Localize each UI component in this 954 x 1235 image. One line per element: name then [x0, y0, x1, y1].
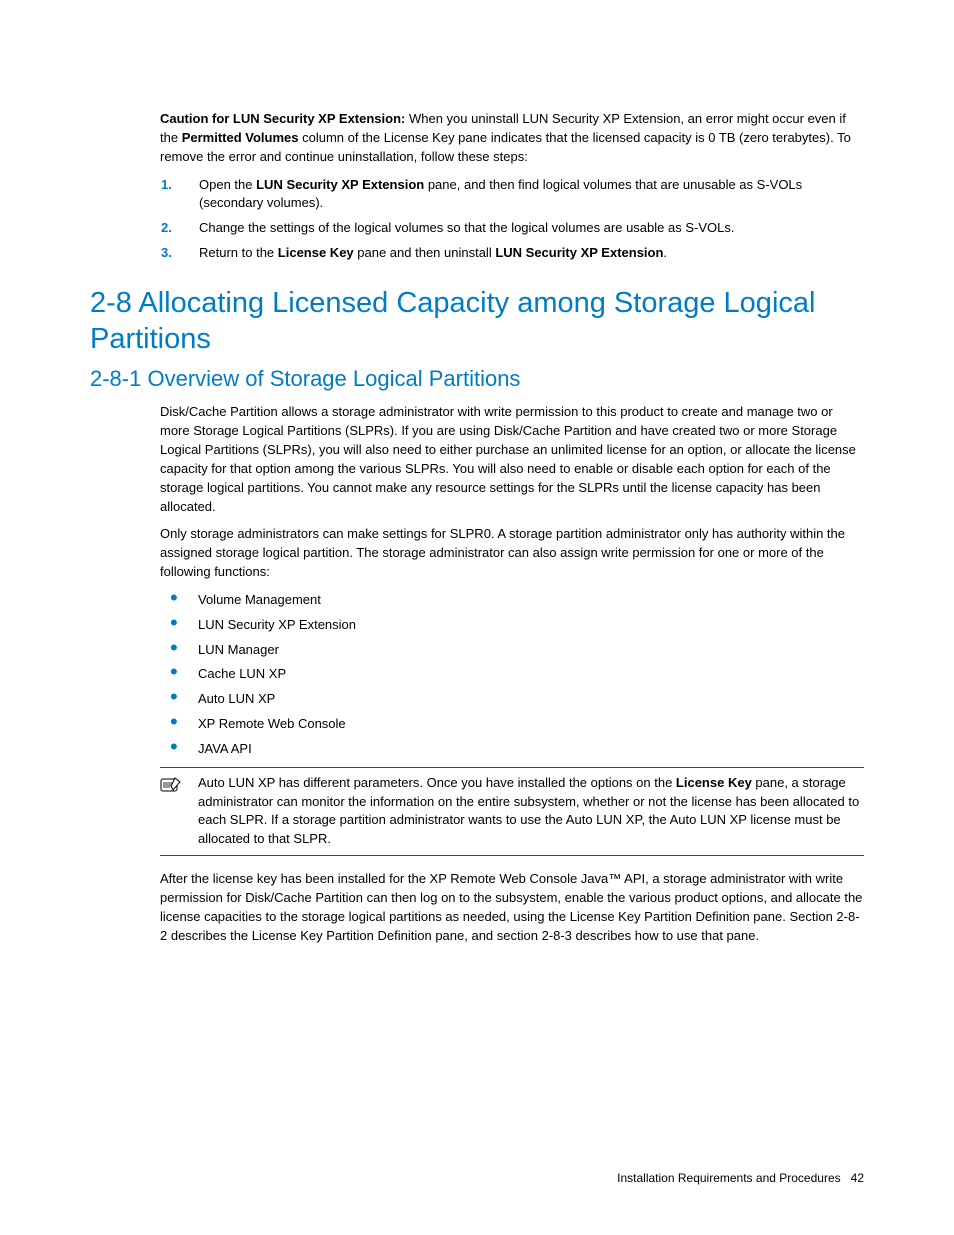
caution-block: Caution for LUN Security XP Extension: W… [90, 110, 864, 263]
step-number: 2. [161, 219, 199, 238]
bullet-icon: • [160, 665, 198, 684]
functions-list: •Volume Management •LUN Security XP Exte… [160, 591, 864, 759]
bullet-icon: • [160, 690, 198, 709]
overview-paragraph-1: Disk/Cache Partition allows a storage ad… [160, 403, 864, 516]
bullet-icon: • [160, 641, 198, 660]
list-item: •XP Remote Web Console [160, 715, 864, 734]
caution-lead-bold: Caution for LUN Security XP Extension: [160, 111, 409, 126]
bullet-icon: • [160, 740, 198, 759]
list-item: •LUN Manager [160, 641, 864, 660]
overview-paragraph-2: Only storage administrators can make set… [160, 525, 864, 582]
heading-2: 2-8-1 Overview of Storage Logical Partit… [90, 363, 864, 395]
bullet-icon: • [160, 715, 198, 734]
list-item: •Auto LUN XP [160, 690, 864, 709]
caution-paragraph: Caution for LUN Security XP Extension: W… [160, 110, 864, 167]
footer-page-number: 42 [851, 1171, 864, 1185]
list-item: •JAVA API [160, 740, 864, 759]
step-number: 1. [161, 176, 199, 214]
note-block: Auto LUN XP has different parameters. On… [160, 767, 864, 856]
step-3: 3. Return to the License Key pane and th… [160, 244, 864, 263]
list-item: •Volume Management [160, 591, 864, 610]
bullet-icon: • [160, 616, 198, 635]
step-body: Change the settings of the logical volum… [199, 219, 864, 238]
closing-paragraph: After the license key has been installed… [160, 870, 864, 945]
step-body: Open the LUN Security XP Extension pane,… [199, 176, 864, 214]
step-body: Return to the License Key pane and then … [199, 244, 864, 263]
content-block: Disk/Cache Partition allows a storage ad… [90, 403, 864, 945]
list-item: •Cache LUN XP [160, 665, 864, 684]
step-number: 3. [161, 244, 199, 263]
heading-1: 2-8 Allocating Licensed Capacity among S… [90, 285, 864, 358]
page-footer: Installation Requirements and Procedures… [617, 1170, 864, 1187]
list-item: •LUN Security XP Extension [160, 616, 864, 635]
bullet-icon: • [160, 591, 198, 610]
step-2: 2. Change the settings of the logical vo… [160, 219, 864, 238]
footer-title: Installation Requirements and Procedures [617, 1171, 840, 1185]
page: Caution for LUN Security XP Extension: W… [0, 0, 954, 1235]
step-1: 1. Open the LUN Security XP Extension pa… [160, 176, 864, 214]
caution-permitted-volumes: Permitted Volumes [182, 130, 299, 145]
note-body: Auto LUN XP has different parameters. On… [198, 774, 864, 849]
caution-steps: 1. Open the LUN Security XP Extension pa… [160, 176, 864, 263]
note-icon [160, 774, 198, 849]
